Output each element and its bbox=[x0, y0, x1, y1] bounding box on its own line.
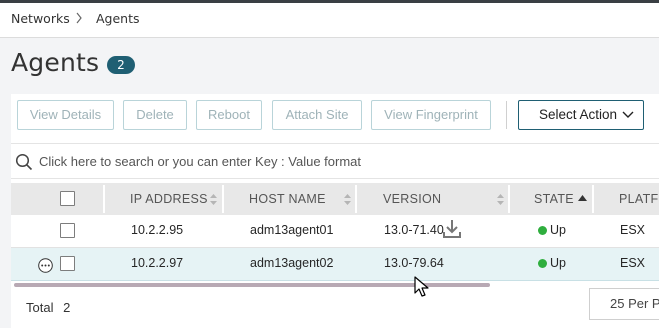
status-up-dot bbox=[538, 259, 547, 268]
view-fingerprint-button[interactable]: View Fingerprint bbox=[371, 100, 491, 130]
page-title: Agents bbox=[11, 48, 100, 77]
download-icon[interactable] bbox=[443, 219, 461, 239]
cell-version: 13.0-79.64 bbox=[384, 256, 444, 270]
more-options-icon[interactable] bbox=[38, 258, 53, 273]
table-row[interactable]: 10.2.2.95 adm13agent01 13.0-71.40 Up ESX bbox=[11, 215, 659, 248]
breadcrumb-networks[interactable]: Networks bbox=[11, 11, 70, 26]
cell-host: adm13agent02 bbox=[250, 256, 334, 270]
sort-icon[interactable] bbox=[344, 194, 351, 205]
row-checkbox[interactable] bbox=[60, 256, 75, 271]
breadcrumb-agents: Agents bbox=[96, 11, 140, 26]
search-input[interactable]: Click here to search or you can enter Ke… bbox=[39, 154, 361, 169]
column-version[interactable]: VERSION bbox=[383, 183, 441, 215]
table-header: IP ADDRESS HOST NAME VERSION STATE PLATF… bbox=[11, 183, 659, 215]
total-count: Total 2 bbox=[26, 300, 70, 315]
table-row[interactable]: 10.2.2.97 adm13agent02 13.0-79.64 Up ESX bbox=[11, 248, 659, 281]
sort-ascending-icon[interactable] bbox=[578, 195, 587, 201]
per-page-select[interactable]: 25 Per Page bbox=[589, 288, 659, 320]
cell-host: adm13agent01 bbox=[250, 223, 334, 237]
column-state[interactable]: STATE bbox=[534, 183, 574, 215]
chevron-down-icon bbox=[622, 111, 634, 118]
toolbar-divider bbox=[506, 101, 507, 129]
cell-state: Up bbox=[538, 223, 566, 237]
total-value: 2 bbox=[63, 300, 71, 315]
cell-version: 13.0-71.40 bbox=[384, 223, 444, 237]
select-action-label: Select Action bbox=[539, 107, 618, 122]
column-ip-address[interactable]: IP ADDRESS bbox=[130, 183, 208, 215]
sort-icon[interactable] bbox=[210, 194, 217, 205]
column-platform[interactable]: PLATFO bbox=[619, 183, 659, 215]
delete-button[interactable]: Delete bbox=[123, 100, 187, 130]
cell-ip: 10.2.2.97 bbox=[131, 256, 184, 270]
mouse-cursor-icon bbox=[414, 276, 429, 297]
cell-platform: ESX bbox=[620, 256, 646, 270]
count-badge: 2 bbox=[107, 56, 135, 74]
attach-site-button[interactable]: Attach Site bbox=[272, 100, 362, 130]
sort-icon[interactable] bbox=[497, 194, 504, 205]
chevron-right-icon bbox=[76, 12, 82, 24]
status-up-dot bbox=[538, 226, 547, 235]
reboot-button[interactable]: Reboot bbox=[196, 100, 262, 130]
column-host-name[interactable]: HOST NAME bbox=[249, 183, 326, 215]
row-checkbox[interactable] bbox=[60, 223, 75, 238]
select-all-checkbox[interactable] bbox=[60, 191, 75, 206]
search-bar[interactable]: Click here to search or you can enter Ke… bbox=[11, 143, 659, 179]
cell-ip: 10.2.2.95 bbox=[131, 223, 184, 237]
select-action-dropdown[interactable]: Select Action bbox=[518, 100, 644, 130]
total-label: Total bbox=[26, 300, 54, 315]
cell-platform: ESX bbox=[620, 223, 646, 237]
cell-state: Up bbox=[538, 256, 566, 270]
breadcrumb: Networks Agents bbox=[0, 3, 659, 38]
search-icon bbox=[15, 153, 33, 171]
view-details-button[interactable]: View Details bbox=[17, 100, 114, 130]
agents-panel: View Details Delete Reboot Attach Site V… bbox=[11, 94, 659, 328]
